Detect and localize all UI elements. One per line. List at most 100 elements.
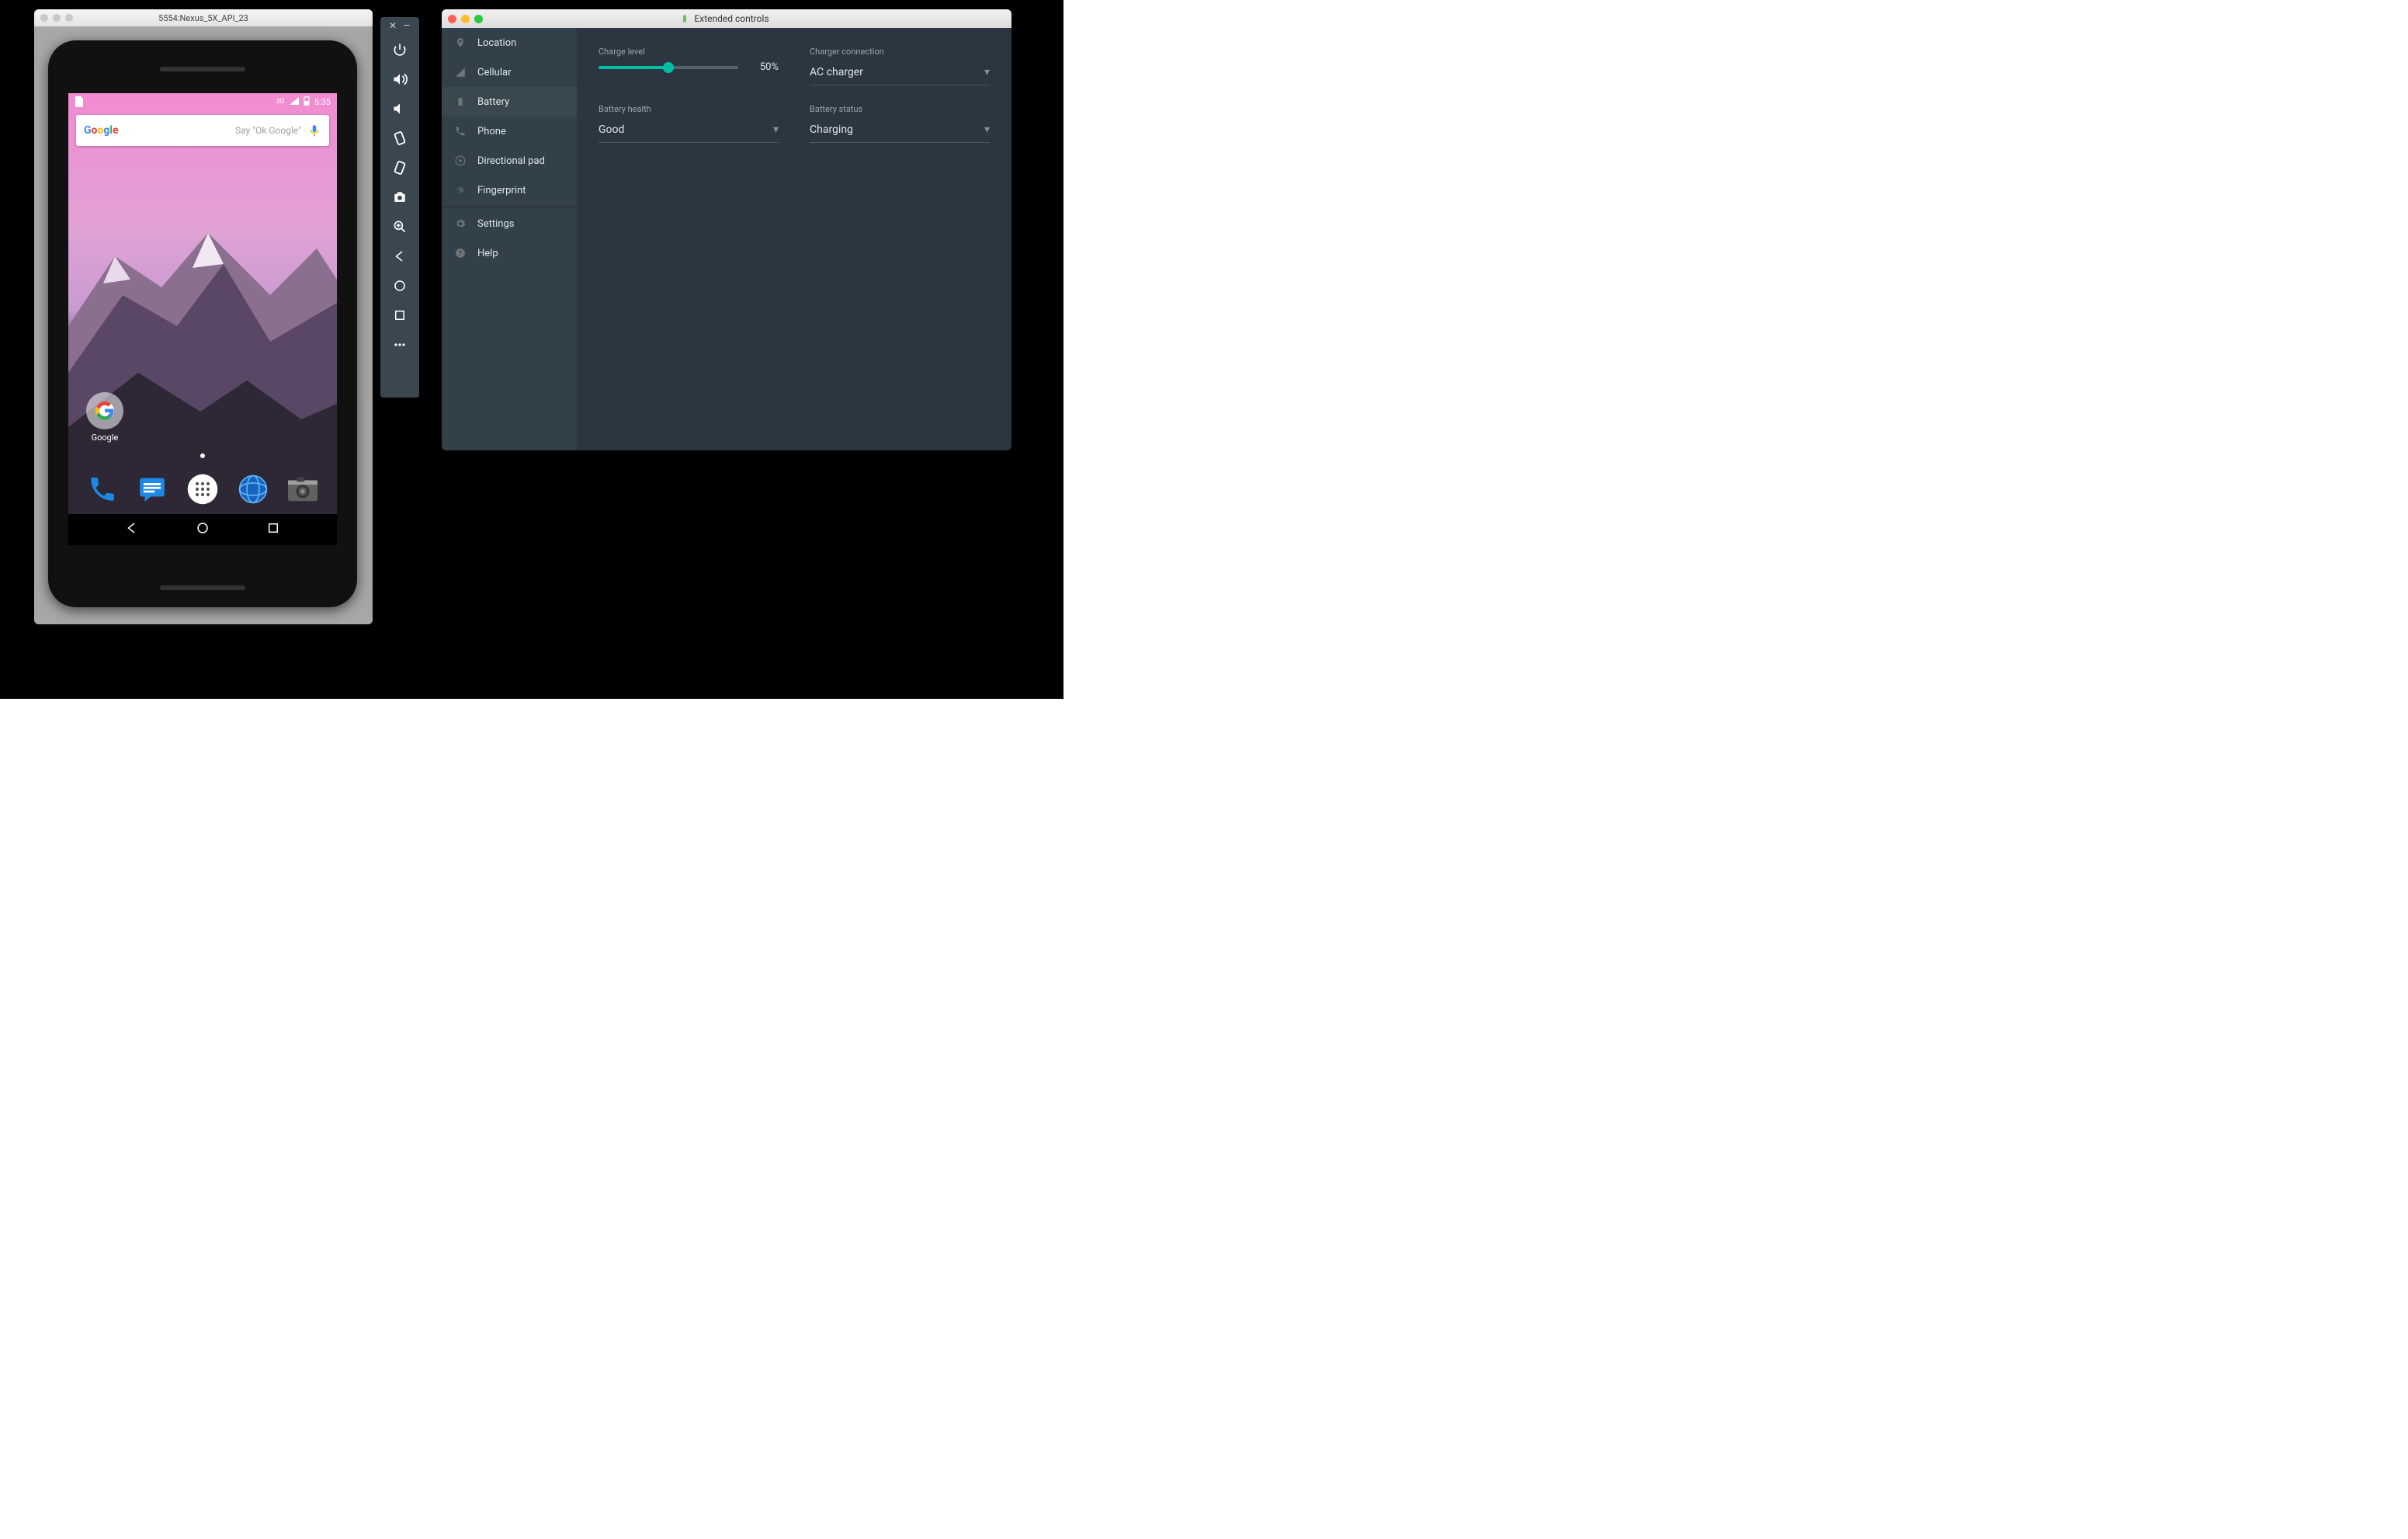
chevron-down-icon: ▾ [984, 66, 990, 78]
sidebar-item-settings[interactable]: Settings [442, 209, 577, 238]
battery-status-label: Battery status [810, 104, 990, 114]
traffic-light-zoom[interactable] [474, 15, 483, 23]
traffic-light-minimize[interactable] [461, 15, 470, 23]
battery-status-select[interactable]: Charging ▾ [810, 119, 990, 143]
nav-overview-icon[interactable] [266, 521, 280, 538]
battery-icon [454, 96, 467, 108]
sidebar-item-dpad[interactable]: Directional pad [442, 146, 577, 175]
sidebar-label: Directional pad [477, 155, 545, 167]
charge-level-value: 50% [751, 61, 779, 73]
back-icon[interactable] [384, 242, 415, 270]
network-type-label: 3G [276, 98, 285, 106]
google-search-bar[interactable]: Google Say "Ok Google" [76, 115, 329, 146]
page-indicator [200, 453, 205, 458]
battery-title-icon [680, 14, 689, 23]
battery-status-value: Charging [810, 123, 853, 136]
sidebar-label: Location [477, 37, 516, 49]
phone-icon [454, 125, 467, 137]
traffic-light-zoom[interactable] [65, 14, 73, 22]
zoom-icon[interactable] [384, 213, 415, 241]
nav-home-icon[interactable] [196, 521, 210, 538]
rotate-right-icon[interactable] [384, 154, 415, 182]
chevron-down-icon: ▾ [773, 123, 779, 136]
charger-connection-label: Charger connection [810, 47, 990, 57]
dpad-icon [454, 155, 467, 167]
camera-app-icon[interactable] [286, 473, 319, 505]
battery-status-icon [304, 96, 310, 108]
help-icon: ? [454, 247, 467, 259]
battery-status-field: Battery status Charging ▾ [810, 104, 990, 143]
cellular-icon [454, 66, 467, 78]
toolbar-close-icon[interactable]: ✕ [389, 22, 397, 30]
traffic-light-minimize[interactable] [53, 14, 61, 22]
charger-connection-field: Charger connection AC charger ▾ [810, 47, 990, 85]
home-icon[interactable] [384, 272, 415, 300]
dock [68, 466, 337, 512]
emulator-toolbar: ✕ — [380, 17, 419, 398]
settings-icon [454, 217, 467, 230]
folder-label: Google [84, 433, 126, 443]
sidebar-label: Help [477, 248, 498, 259]
battery-health-field: Battery health Good ▾ [599, 104, 779, 143]
stage: 5554:Nexus_5X_API_23 [0, 0, 1063, 699]
location-icon [454, 36, 467, 49]
extended-controls-window: Extended controls Location Cellular Batt… [442, 9, 1011, 450]
traffic-light-close[interactable] [448, 15, 456, 23]
status-bar: 3G 5:35 [68, 93, 337, 110]
phone-frame: 3G 5:35 Google Say " [48, 40, 357, 607]
toolbar-window-controls: ✕ — [389, 22, 411, 30]
battery-health-value: Good [599, 123, 624, 136]
search-hint: Say "Ok Google" [119, 125, 307, 136]
sim-card-icon [75, 96, 84, 109]
volume-up-icon[interactable] [384, 65, 415, 93]
emulator-body: 3G 5:35 Google Say " [34, 26, 373, 624]
browser-app-icon[interactable] [237, 473, 269, 505]
microphone-icon[interactable] [307, 123, 321, 137]
sidebar-item-location[interactable]: Location [442, 28, 577, 57]
battery-panel: Charge level 50% Charger connection AC c… [577, 28, 1011, 450]
extended-sidebar: Location Cellular Battery Phone Directio… [442, 28, 577, 450]
charge-level-field: Charge level 50% [599, 47, 779, 85]
fingerprint-icon [454, 184, 467, 196]
sidebar-label: Settings [477, 218, 514, 230]
extended-body: Location Cellular Battery Phone Directio… [442, 28, 1011, 450]
extended-titlebar[interactable]: Extended controls [442, 9, 1011, 28]
sidebar-label: Fingerprint [477, 185, 526, 196]
sidebar-label: Battery [477, 96, 509, 108]
camera-icon[interactable] [384, 183, 415, 211]
sidebar-item-battery[interactable]: Battery [442, 87, 577, 116]
svg-text:?: ? [459, 249, 462, 257]
apps-drawer-icon[interactable] [186, 473, 219, 505]
google-folder[interactable]: Google [84, 392, 126, 443]
google-logo: Google [84, 124, 119, 137]
volume-down-icon[interactable] [384, 95, 415, 123]
extended-window-title: Extended controls [487, 13, 962, 24]
phone-bottom-speaker [160, 585, 245, 590]
traffic-light-close[interactable] [40, 14, 48, 22]
phone-app-icon[interactable] [86, 473, 119, 505]
sidebar-item-cellular[interactable]: Cellular [442, 57, 577, 87]
phone-screen[interactable]: 3G 5:35 Google Say " [68, 93, 337, 545]
emulator-window: 5554:Nexus_5X_API_23 [34, 9, 373, 624]
clock-label: 5:35 [314, 97, 331, 107]
battery-health-label: Battery health [599, 104, 779, 114]
messages-app-icon[interactable] [136, 473, 168, 505]
window-controls [40, 14, 73, 22]
sidebar-item-fingerprint[interactable]: Fingerprint [442, 175, 577, 205]
battery-health-select[interactable]: Good ▾ [599, 119, 779, 143]
android-navbar [68, 514, 337, 545]
charge-level-slider[interactable] [599, 66, 738, 69]
charger-connection-select[interactable]: AC charger ▾ [810, 61, 990, 85]
sidebar-item-phone[interactable]: Phone [442, 116, 577, 146]
signal-icon [290, 97, 299, 107]
rotate-left-icon[interactable] [384, 124, 415, 152]
nav-back-icon[interactable] [125, 521, 139, 538]
power-icon[interactable] [384, 36, 415, 64]
emulator-titlebar[interactable]: 5554:Nexus_5X_API_23 [34, 9, 373, 26]
more-icon[interactable] [384, 331, 415, 359]
traffic-lights [448, 15, 483, 23]
emulator-window-title: 5554:Nexus_5X_API_23 [78, 13, 329, 23]
sidebar-item-help[interactable]: ? Help [442, 238, 577, 268]
overview-icon[interactable] [384, 301, 415, 329]
toolbar-minimize-icon[interactable]: — [403, 22, 411, 30]
